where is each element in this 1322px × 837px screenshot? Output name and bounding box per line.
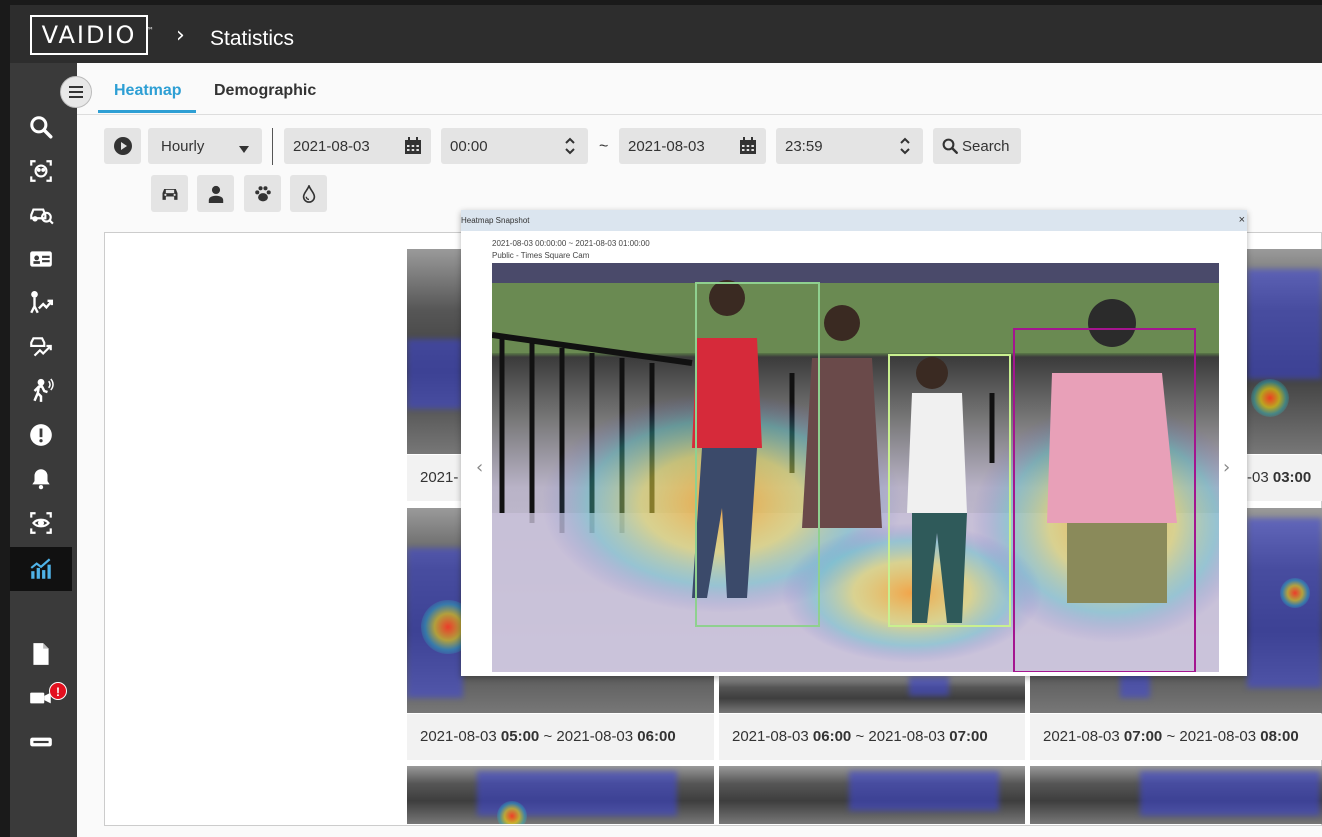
search-button[interactable]: Search <box>933 128 1021 164</box>
chevron-right-icon: › <box>176 23 185 48</box>
end-time-field[interactable]: 23:59 <box>776 128 923 164</box>
next-arrow[interactable]: › <box>1223 457 1230 478</box>
interval-select[interactable]: Hourly <box>148 128 262 164</box>
top-bar: VAIDIO ™ › Statistics <box>10 5 1322 63</box>
heatmap-thumbnail[interactable] <box>407 249 463 454</box>
caption-date: -03 <box>1247 469 1269 486</box>
alert-icon[interactable] <box>10 415 72 455</box>
caption-separator: ~ <box>1166 728 1176 745</box>
document-icon[interactable] <box>10 634 72 674</box>
tab-bar: Heatmap Demographic <box>77 63 1322 115</box>
caption-end-date: 2021-08-03 <box>868 728 946 745</box>
dialog-header: Heatmap Snapshot × <box>461 210 1247 231</box>
thumbnail-caption: -03 03:00 <box>1247 455 1322 501</box>
start-time-value: 00:00 <box>450 137 488 155</box>
play-icon <box>113 137 132 155</box>
calendar-icon <box>405 137 421 154</box>
active-tab-indicator <box>98 110 196 113</box>
caption-separator: ~ <box>855 728 865 745</box>
caption-start-date: 2021-08-03 <box>1043 728 1120 745</box>
face-icon[interactable] <box>10 151 72 191</box>
caption-end-hour: 07:00 <box>949 728 988 745</box>
heatmap-thumbnail[interactable] <box>1247 249 1322 454</box>
close-icon[interactable]: × <box>1239 210 1245 231</box>
caption-end-hour: 06:00 <box>637 728 676 745</box>
stepper-icon <box>900 137 910 155</box>
page-title: Statistics <box>210 27 295 50</box>
caption-date: 2021- <box>420 469 459 486</box>
snapshot-scene <box>492 263 1219 672</box>
caption-hour: 03:00 <box>1272 469 1312 486</box>
filter-liquid-button[interactable] <box>290 175 327 212</box>
car-search-icon[interactable] <box>10 195 72 235</box>
filter-animal-button[interactable] <box>244 175 281 212</box>
person-trend-icon[interactable] <box>10 283 72 323</box>
caption-end-date: 2021-08-03 <box>1179 728 1257 745</box>
dialog-title: Heatmap Snapshot <box>461 216 530 225</box>
caption-end-date: 2021-08-03 <box>556 728 634 745</box>
running-person-icon[interactable] <box>10 371 72 411</box>
statistics-icon[interactable] <box>10 547 72 591</box>
caption-start-hour: 07:00 <box>1123 728 1163 745</box>
thumbnail-caption: 2021-08-03 06:00 ~ 2021-08-03 07:00 <box>719 714 1025 760</box>
car-icon <box>162 188 177 200</box>
paw-icon <box>254 185 271 201</box>
person-icon <box>208 185 223 203</box>
start-date-field[interactable]: 2021-08-03 <box>284 128 431 164</box>
heatmap-snapshot-dialog: Heatmap Snapshot × 2021-08-03 00:00:00 ~… <box>461 210 1247 676</box>
camera-icon[interactable]: ! <box>10 678 72 718</box>
caption-start-hour: 05:00 <box>500 728 540 745</box>
snapshot-camera-name: Public - Times Square Cam <box>492 251 590 260</box>
search-icon[interactable] <box>10 107 72 147</box>
caption-start-hour: 06:00 <box>812 728 852 745</box>
heatmap-thumbnail[interactable] <box>407 766 714 824</box>
heatmap-thumbnail[interactable] <box>1030 766 1322 824</box>
menu-icon <box>69 86 83 98</box>
id-card-icon[interactable] <box>10 239 72 279</box>
interval-value: Hourly <box>161 137 205 155</box>
end-date-field[interactable]: 2021-08-03 <box>619 128 766 164</box>
search-icon <box>942 138 958 154</box>
car-trend-icon[interactable] <box>10 327 72 367</box>
snapshot-image <box>492 263 1219 672</box>
start-time-field[interactable]: 00:00 <box>441 128 588 164</box>
heatmap-thumbnail[interactable] <box>719 766 1025 824</box>
drop-icon <box>302 184 315 203</box>
device-icon[interactable] <box>10 722 72 762</box>
toolbar-divider <box>272 128 273 165</box>
thumbnail-caption: 2021-08-03 07:00 ~ 2021-08-03 08:00 <box>1030 714 1322 760</box>
bell-icon[interactable] <box>10 459 72 499</box>
start-date-value: 2021-08-03 <box>293 137 370 155</box>
search-button-label: Search <box>962 137 1010 155</box>
end-date-value: 2021-08-03 <box>628 137 705 155</box>
previous-arrow[interactable]: ‹ <box>476 457 483 478</box>
sidebar: ! <box>10 63 77 837</box>
range-separator: ~ <box>599 138 609 155</box>
caption-end-hour: 08:00 <box>1260 728 1299 745</box>
filter-person-button[interactable] <box>197 175 234 212</box>
snapshot-time-range: 2021-08-03 00:00:00 ~ 2021-08-03 01:00:0… <box>492 239 650 248</box>
tab-demographic[interactable]: Demographic <box>214 82 316 100</box>
play-button[interactable] <box>104 128 141 164</box>
camera-alert-badge: ! <box>49 682 67 700</box>
stepper-icon <box>565 137 575 155</box>
caret-down-icon <box>239 146 249 153</box>
sidebar-toggle-button[interactable] <box>60 76 92 108</box>
eye-scan-icon[interactable] <box>10 503 72 543</box>
thumbnail-caption: 2021- <box>407 455 463 501</box>
calendar-icon <box>740 137 756 154</box>
logo-text: VAIDIO <box>41 21 137 49</box>
heatmap-thumbnail[interactable] <box>719 676 1025 713</box>
thumbnail-caption: 2021-08-03 05:00 ~ 2021-08-03 06:00 <box>407 714 714 760</box>
caption-separator: ~ <box>543 728 553 745</box>
vaidio-logo[interactable]: VAIDIO ™ <box>30 15 154 55</box>
caption-start-date: 2021-08-03 <box>420 728 497 745</box>
end-time-value: 23:59 <box>785 137 823 155</box>
logo-trademark: ™ <box>146 26 156 35</box>
tab-heatmap[interactable]: Heatmap <box>114 82 182 100</box>
caption-start-date: 2021-08-03 <box>732 728 809 745</box>
filter-vehicle-button[interactable] <box>151 175 188 212</box>
